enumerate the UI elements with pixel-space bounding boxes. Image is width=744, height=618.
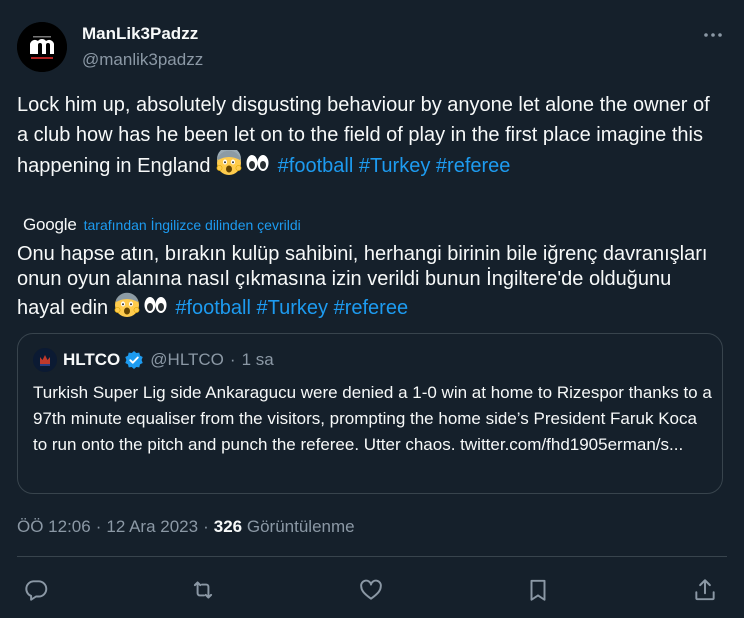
hashtag-link[interactable]: #football bbox=[175, 297, 251, 319]
hashtag-link[interactable]: #referee bbox=[334, 297, 409, 319]
author-name[interactable]: ManLik3Padzz bbox=[82, 24, 198, 44]
quoted-tweet-text: Turkish Super Lig side Ankaragucu were d… bbox=[33, 380, 713, 458]
action-bar bbox=[0, 572, 744, 608]
face-screaming-in-fear-icon bbox=[114, 292, 140, 325]
hashtag-link[interactable]: #referee bbox=[436, 155, 511, 177]
author-avatar[interactable] bbox=[17, 22, 67, 72]
views-label: Görüntülenme bbox=[246, 517, 355, 536]
hltco-logo-icon bbox=[33, 348, 57, 372]
bookmark-button[interactable] bbox=[524, 576, 552, 604]
author-handle[interactable]: @manlik3padzz bbox=[82, 50, 203, 70]
eyes-icon bbox=[244, 150, 270, 185]
verified-badge-icon bbox=[124, 350, 144, 370]
separator-dot: · bbox=[203, 517, 209, 536]
more-options-button[interactable] bbox=[700, 22, 726, 48]
bookmark-icon bbox=[530, 579, 546, 601]
divider bbox=[17, 556, 727, 557]
reply-button[interactable] bbox=[22, 576, 50, 604]
quoted-tweet-header: HLTCO @HLTCO · 1 sa bbox=[63, 350, 274, 370]
tweet-date[interactable]: 12 Ara 2023 bbox=[106, 517, 198, 536]
retweet-icon bbox=[193, 581, 213, 599]
face-screaming-in-fear-icon bbox=[216, 147, 242, 185]
reply-icon bbox=[25, 580, 48, 601]
share-icon bbox=[695, 579, 715, 601]
translation-attribution: Google tarafından İngilizce dilinden çev… bbox=[23, 214, 301, 236]
google-logo: Google bbox=[23, 215, 77, 234]
hashtag-link[interactable]: #Turkey bbox=[257, 297, 329, 319]
separator-dot: · bbox=[229, 350, 236, 369]
tweet-text: Lock him up, absolutely disgusting behav… bbox=[17, 90, 717, 185]
quoted-author-name[interactable]: HLTCO bbox=[63, 350, 120, 370]
like-button[interactable] bbox=[357, 576, 385, 604]
hashtag-link[interactable]: #football bbox=[278, 155, 354, 177]
hashtag-link[interactable]: #Turkey bbox=[359, 155, 431, 177]
quoted-tweet[interactable]: HLTCO @HLTCO · 1 sa Turkish Super Lig si… bbox=[17, 333, 723, 494]
quoted-author-avatar[interactable] bbox=[33, 348, 57, 372]
like-icon bbox=[360, 579, 382, 600]
quoted-tweet-link[interactable]: twitter.com/fhd1905erman/s... bbox=[460, 435, 683, 454]
separator-dot: · bbox=[95, 517, 102, 536]
quoted-author-handle[interactable]: @HLTCO bbox=[150, 350, 224, 370]
tweet-time[interactable]: ÖÖ 12:06 bbox=[17, 517, 91, 536]
share-button[interactable] bbox=[691, 576, 719, 604]
tweet-metadata: ÖÖ 12:06 · 12 Ara 2023 · 326 Görüntülenme bbox=[17, 517, 355, 537]
manlik3padzz-logo-icon bbox=[17, 22, 67, 72]
retweet-button[interactable] bbox=[189, 576, 217, 604]
translated-text: Onu hapse atın, bırakın kulüp sahibini, … bbox=[17, 242, 717, 325]
eyes-icon bbox=[142, 292, 168, 325]
quoted-tweet-time[interactable]: 1 sa bbox=[242, 350, 274, 370]
views-count: 326 bbox=[213, 517, 243, 536]
translation-note-link[interactable]: tarafından İngilizce dilinden çevrildi bbox=[84, 217, 301, 233]
more-icon bbox=[704, 33, 722, 37]
